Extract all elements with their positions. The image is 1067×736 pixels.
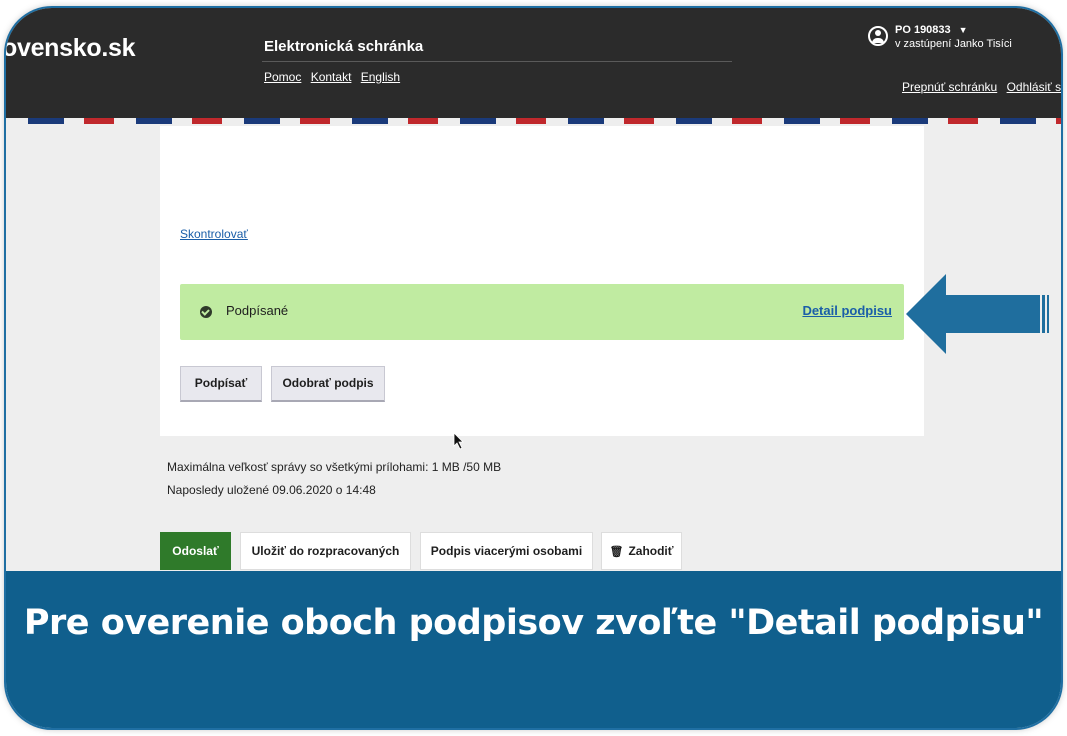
help-link[interactable]: Pomoc xyxy=(264,70,301,84)
contact-link[interactable]: Kontakt xyxy=(311,70,352,84)
header-links: Pomoc Kontakt English xyxy=(264,70,406,84)
account-id[interactable]: PO 190833 ▼ xyxy=(895,24,968,36)
trash-icon: 🗑 xyxy=(609,546,624,558)
title-divider xyxy=(262,61,732,62)
app-title: Elektronická schránka xyxy=(264,38,424,55)
user-icon xyxy=(868,26,888,46)
account-id-label: PO 190833 xyxy=(895,24,951,36)
remove-signature-button[interactable]: Odobrať podpis xyxy=(271,366,385,402)
pointer-arrow-icon xyxy=(906,274,1049,354)
site-header: ovensko.sk Elektronická schránka Pomoc K… xyxy=(6,8,1061,118)
send-button[interactable]: Odoslať xyxy=(160,532,231,570)
signature-detail-link[interactable]: Detail podpisu xyxy=(802,303,892,318)
check-link[interactable]: Skontrolovať xyxy=(180,227,248,241)
max-size-info: Maximálna veľkosť správy so všetkými prí… xyxy=(167,460,502,474)
message-card: Skontrolovať Podpísané Detail podpisu Po… xyxy=(160,126,924,436)
sign-button[interactable]: Podpísať xyxy=(180,366,262,402)
signature-status-box: Podpísané Detail podpisu xyxy=(180,284,904,340)
check-circle-icon xyxy=(200,306,212,318)
site-logo[interactable]: ovensko.sk xyxy=(6,34,135,63)
last-saved-info: Naposledy uložené 09.06.2020 o 14:48 xyxy=(167,483,376,497)
switch-mailbox-link[interactable]: Prepnúť schránku xyxy=(902,80,997,94)
caret-down-icon[interactable]: ▼ xyxy=(959,25,968,35)
english-link[interactable]: English xyxy=(361,70,400,84)
discard-button[interactable]: 🗑 Zahodiť xyxy=(601,532,682,570)
signature-status: Podpísané xyxy=(226,303,289,318)
caption-banner: Pre overenie oboch podpisov zvoľte "Deta… xyxy=(6,571,1061,728)
screen-frame: ovensko.sk Elektronická schránka Pomoc K… xyxy=(6,8,1061,728)
header-stripe xyxy=(6,118,1061,124)
mouse-cursor-icon xyxy=(453,432,464,450)
caption-text: Pre overenie oboch podpisov zvoľte "Deta… xyxy=(23,603,1044,643)
save-draft-button[interactable]: Uložiť do rozpracovaných xyxy=(240,532,411,570)
multi-sign-button[interactable]: Podpis viacerými osobami xyxy=(420,532,593,570)
account-links: Prepnúť schránku Odhlásiť sa xyxy=(902,80,1061,94)
account-represented: v zastúpení Janko Tisíci xyxy=(895,38,1012,50)
logout-link[interactable]: Odhlásiť sa xyxy=(1007,80,1061,94)
discard-label: Zahodiť xyxy=(628,544,674,558)
